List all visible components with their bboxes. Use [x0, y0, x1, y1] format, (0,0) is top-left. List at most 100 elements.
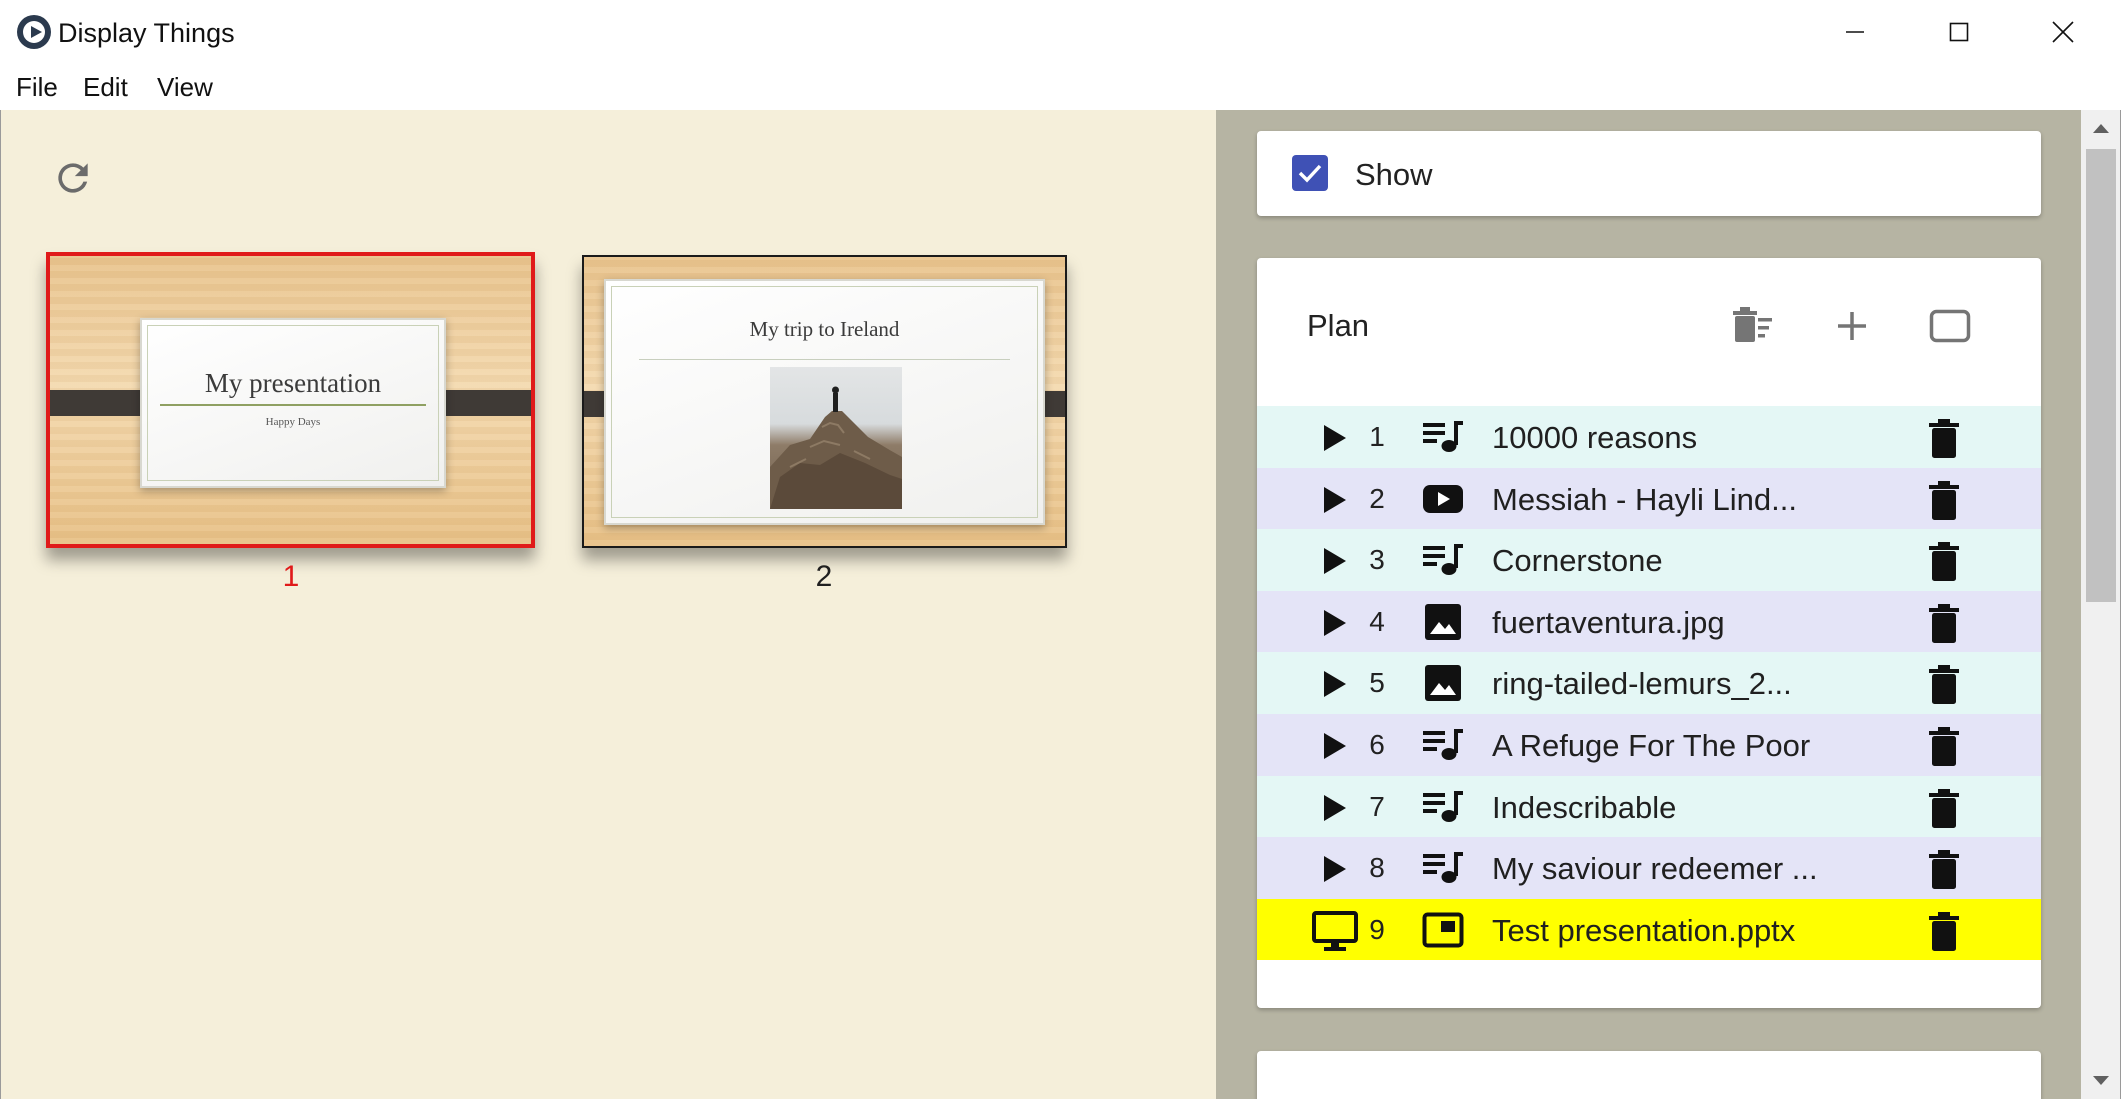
scroll-down-arrow-icon[interactable] [2093, 1076, 2109, 1085]
scrollbar-thumb[interactable] [2086, 149, 2116, 602]
plan-item-row[interactable]: 2 Messiah - Hayli Lind... [1257, 467, 2041, 530]
plan-item-number: 3 [1369, 544, 1385, 576]
plan-item-name: Cornerstone [1492, 543, 1663, 579]
song-lyrics-icon [1421, 788, 1465, 826]
play-icon[interactable] [1319, 546, 1349, 576]
slide-number: 1 [282, 560, 300, 593]
plan-title: Plan [1307, 308, 1370, 343]
minimize-button[interactable] [1803, 0, 1907, 64]
plan-item-number: 8 [1369, 852, 1385, 884]
add-icon [1838, 312, 1866, 340]
screen-toggle-button[interactable] [1922, 298, 1978, 354]
plan-item-name: 10000 reasons [1492, 420, 1698, 455]
delete-icon[interactable] [1922, 911, 1966, 953]
refresh-icon[interactable] [51, 156, 95, 200]
play-icon[interactable] [1319, 485, 1349, 515]
image-icon [1421, 603, 1465, 641]
clear-all-icon [1733, 307, 1772, 342]
plan-item-name: Messiah - Hayli Lind... [1492, 481, 1797, 517]
delete-icon[interactable] [1922, 480, 1966, 522]
clear-plan-button[interactable] [1725, 298, 1781, 354]
presentation-icon [1421, 911, 1465, 949]
plan-item-row[interactable]: 9 Test presentation.pptx [1257, 898, 2041, 961]
plan-item-number: 5 [1369, 667, 1385, 699]
menu-bar: File Edit View [0, 66, 2121, 110]
slide-title: My presentation [204, 368, 382, 398]
close-button[interactable] [2011, 0, 2115, 64]
add-item-button[interactable] [1824, 298, 1880, 354]
screen-outline-icon [1929, 309, 1971, 343]
slide-photo [770, 367, 902, 509]
plan-item-number: 4 [1369, 605, 1385, 637]
delete-icon[interactable] [1922, 541, 1966, 583]
play-icon[interactable] [1319, 669, 1349, 699]
title-bar: Display Things [0, 0, 2121, 66]
play-icon[interactable] [1319, 793, 1349, 823]
plan-item-name: fuertaventura.jpg [1492, 604, 1725, 640]
bottom-card [1257, 1051, 2041, 1099]
show-checkbox[interactable] [1292, 155, 1328, 191]
song-lyrics-icon [1421, 418, 1465, 456]
slide-title: My trip to Ireland [749, 317, 900, 341]
maximize-icon [1949, 22, 1969, 42]
slide-card: My trip to Ireland [604, 279, 1045, 525]
show-card: Show [1257, 131, 2041, 216]
vertical-scrollbar[interactable] [2081, 110, 2121, 1099]
delete-icon[interactable] [1922, 418, 1966, 460]
slide-thumbnail[interactable]: My trip to Ireland [582, 255, 1067, 548]
menu-file[interactable]: File [16, 72, 58, 103]
play-icon[interactable] [1319, 608, 1349, 638]
delete-icon[interactable] [1922, 849, 1966, 891]
plan-item-row[interactable]: 8 My saviour redeemer ... [1257, 837, 2041, 899]
app-logo-icon [17, 15, 51, 49]
song-lyrics-icon [1421, 541, 1465, 579]
window-title: Display Things [58, 18, 235, 48]
song-lyrics-icon [1421, 849, 1465, 887]
slide-thumbnail[interactable]: My presentation Happy Days [46, 252, 535, 548]
image-icon [1421, 664, 1465, 702]
plan-item-name: Test presentation.pptx [1492, 912, 1796, 948]
plan-item-name: Indescribable [1492, 789, 1677, 825]
slide-strap [50, 390, 148, 416]
plan-item-number: 2 [1369, 482, 1385, 514]
play-icon[interactable] [1319, 854, 1349, 884]
plan-card: Plan 1 10000 reasons 2 Messiah - Hayli Lind… [1257, 258, 2041, 1008]
slide-subtitle: Happy Days [265, 416, 321, 428]
play-icon[interactable] [1319, 731, 1349, 761]
maximize-button[interactable] [1907, 0, 2011, 64]
plan-item-name: A Refuge For The Poor [1492, 727, 1811, 763]
plan-item-row[interactable]: 5 ring-tailed-lemurs_2... [1257, 652, 2041, 714]
youtube-icon [1421, 480, 1465, 518]
delete-icon[interactable] [1922, 664, 1966, 706]
song-lyrics-icon [1421, 726, 1465, 764]
close-icon [2052, 21, 2074, 43]
slide-card: My presentation Happy Days [140, 318, 446, 488]
plan-item-number: 9 [1369, 913, 1385, 945]
menu-view[interactable]: View [157, 72, 213, 103]
plan-item-row[interactable]: 6 A Refuge For The Poor [1257, 713, 2041, 776]
giants-causeway-photo [770, 386, 902, 509]
minimize-icon [1846, 31, 1864, 33]
plan-item-number: 7 [1369, 790, 1385, 822]
delete-icon[interactable] [1922, 603, 1966, 645]
delete-icon[interactable] [1922, 726, 1966, 768]
plan-item-row[interactable]: 7 Indescribable [1257, 775, 2041, 838]
plan-item-name: ring-tailed-lemurs_2... [1492, 666, 1792, 702]
plan-item-name: My saviour redeemer ... [1492, 851, 1818, 887]
slide-strap [433, 390, 531, 416]
slide-viewer: My presentation Happy Days 1 My trip to … [0, 110, 1216, 1099]
show-label: Show [1355, 157, 1433, 192]
scroll-up-arrow-icon[interactable] [2093, 124, 2109, 133]
menu-edit[interactable]: Edit [83, 72, 128, 103]
slide-number: 2 [815, 560, 833, 593]
plan-list: 1 10000 reasons 2 Messiah - Hayli Lind... 3 C… [1257, 406, 2041, 961]
plan-item-number: 1 [1369, 421, 1385, 452]
displaying-monitor-icon[interactable] [1312, 910, 1358, 951]
check-icon [1298, 164, 1322, 183]
play-icon[interactable] [1319, 423, 1349, 453]
plan-item-number: 6 [1369, 728, 1385, 760]
delete-icon[interactable] [1922, 788, 1966, 830]
plan-item-row[interactable]: 1 10000 reasons [1257, 406, 2041, 468]
plan-item-row[interactable]: 3 Cornerstone [1257, 529, 2041, 591]
plan-item-row[interactable]: 4 fuertaventura.jpg [1257, 590, 2041, 653]
